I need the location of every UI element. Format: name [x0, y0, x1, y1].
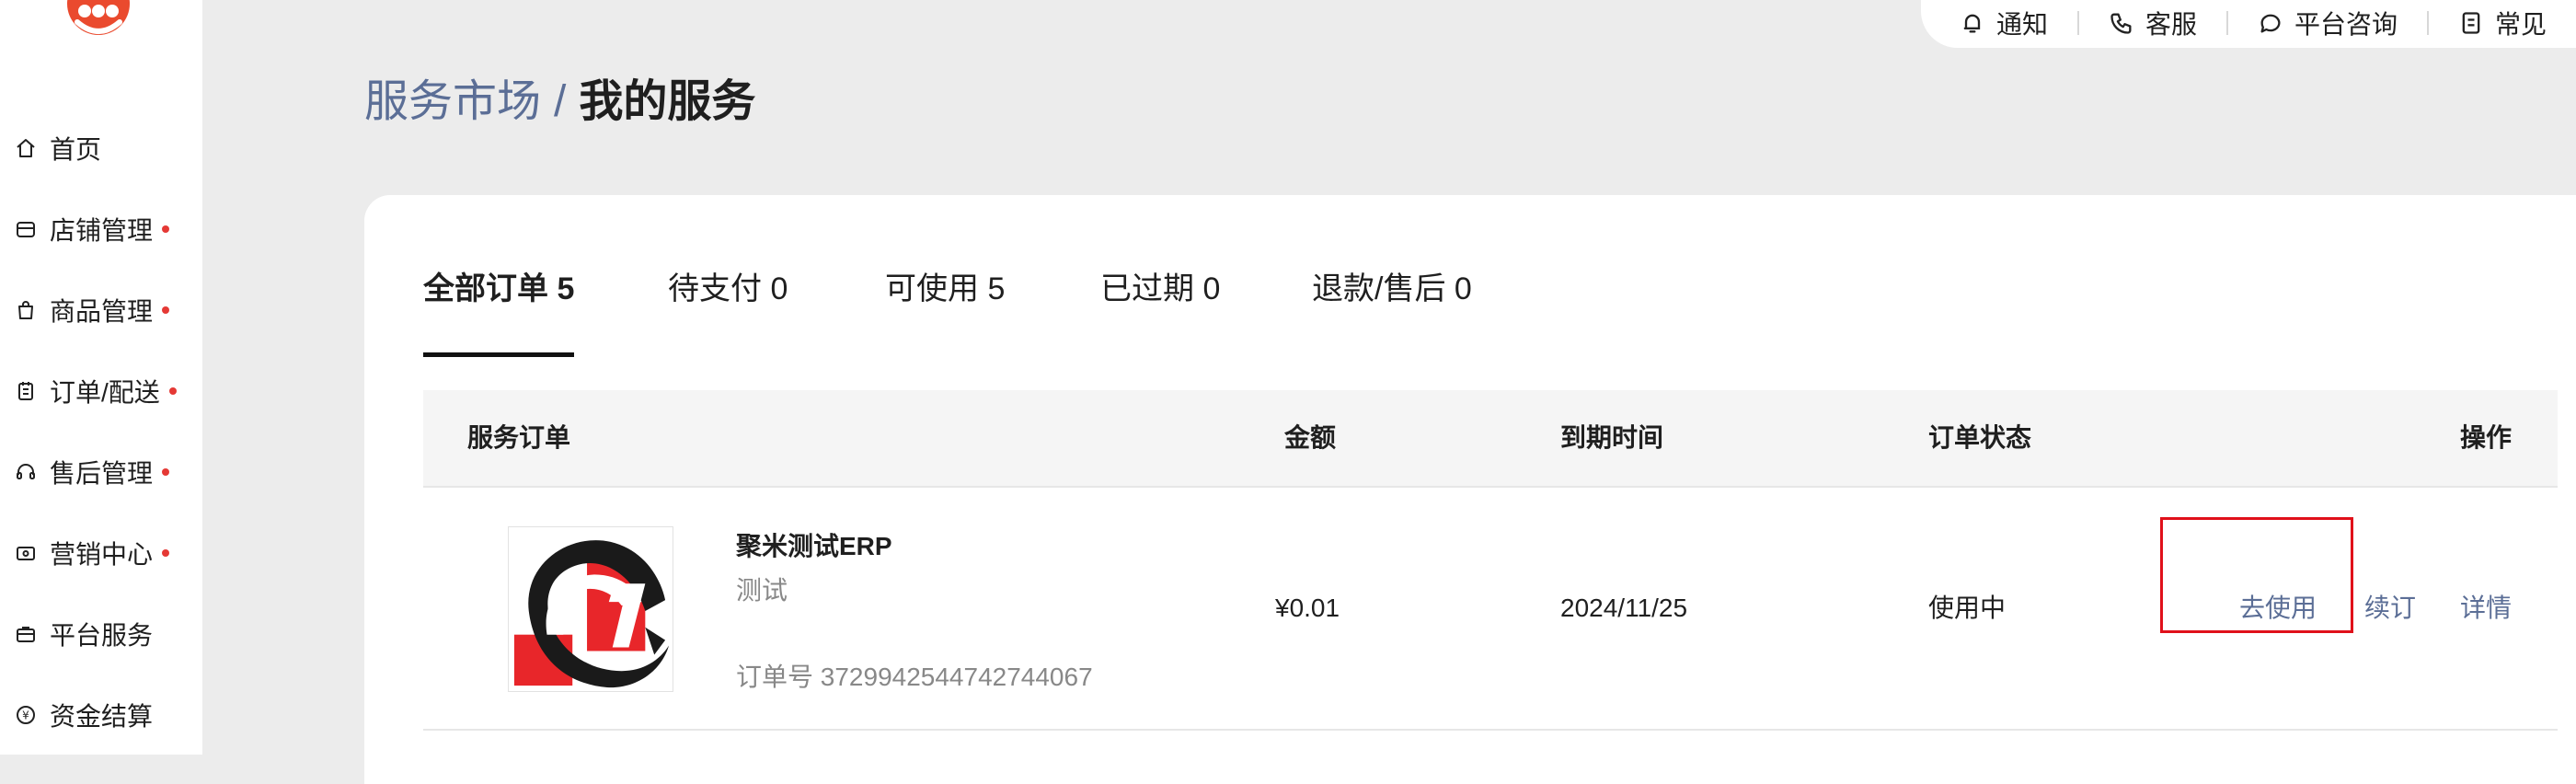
document-icon — [2462, 12, 2480, 34]
sidebar-nav: 首页 店铺管理 商品管理 订单/配送 售后管理 营销中心 平台服务 ¥ 资金结算 — [15, 108, 199, 755]
product-thumbnail[interactable] — [508, 526, 673, 692]
sidebar-item-aftersales[interactable]: 售后管理 — [15, 432, 199, 513]
store-icon — [17, 222, 35, 237]
home-icon — [17, 139, 35, 157]
notification-dot — [162, 549, 170, 557]
sidebar-item-marketing[interactable]: 营销中心 — [15, 513, 199, 594]
notification-dot — [162, 225, 170, 233]
sidebar-item-store[interactable]: 店铺管理 — [15, 189, 199, 270]
platform-consult-link[interactable]: 平台咨询 — [2258, 0, 2398, 41]
orders-card: 全部订单 5 待支付 0 可使用 5 已过期 0 退款/售后 0 服务订单 金额… — [364, 195, 2576, 784]
sidebar-item-label: 资金结算 — [50, 702, 154, 731]
sidebar-item-orders[interactable]: 订单/配送 — [15, 351, 199, 432]
brand-logo[interactable] — [64, 0, 132, 39]
column-header-status: 订单状态 — [1928, 423, 2032, 452]
top-item-label: 平台咨询 — [2294, 10, 2398, 39]
notifications-link[interactable]: 通知 — [1960, 0, 2048, 41]
table-header: 服务订单 金额 到期时间 订单状态 操作 — [423, 390, 2558, 488]
notification-dot — [162, 306, 170, 314]
sidebar-item-label: 商品管理 — [50, 297, 154, 326]
notification-dot — [162, 468, 170, 476]
sidebar-item-label: 营销中心 — [50, 540, 154, 569]
faq-link[interactable]: 常见 — [2458, 0, 2547, 41]
page-title: 我的服务 — [579, 77, 756, 126]
sidebar-item-label: 店铺管理 — [50, 216, 154, 245]
sidebar-item-label: 售后管理 — [50, 459, 154, 488]
notification-dot — [168, 387, 177, 395]
breadcrumb-separator: / — [554, 77, 567, 126]
svg-text:¥: ¥ — [22, 709, 29, 722]
expiry-date: 2024/11/25 — [1560, 594, 1688, 622]
sidebar-item-label: 平台服务 — [50, 621, 154, 650]
tab-all-orders[interactable]: 全部订单 5 — [423, 254, 575, 357]
column-header-actions: 操作 — [2460, 423, 2513, 452]
briefcase-icon — [17, 627, 35, 642]
bag-icon — [18, 301, 33, 319]
sidebar: 首页 店铺管理 商品管理 订单/配送 售后管理 营销中心 平台服务 ¥ 资金结算 — [0, 0, 202, 755]
column-header-service-order: 服务订单 — [467, 423, 571, 452]
clipboard-icon — [18, 382, 33, 400]
divider — [2077, 11, 2080, 35]
order-number: 订单号 3729942544742744067 — [736, 663, 1093, 691]
sidebar-item-label: 订单/配送 — [50, 378, 160, 407]
tab-expired[interactable]: 已过期 0 — [1100, 254, 1220, 357]
customer-service-link[interactable]: 客服 — [2109, 0, 2197, 41]
phone-icon — [2110, 13, 2132, 34]
column-header-expiry: 到期时间 — [1560, 423, 1664, 452]
divider — [2226, 11, 2229, 35]
ticket-icon — [17, 547, 35, 560]
column-header-amount: 金额 — [1284, 423, 1337, 452]
service-subtitle: 测试 — [736, 576, 788, 605]
breadcrumb: 服务市场 / 我的服务 — [364, 74, 755, 131]
renew-button[interactable]: 续订 — [2364, 488, 2416, 729]
breadcrumb-parent-link[interactable]: 服务市场 — [364, 77, 541, 126]
details-button[interactable]: 详情 — [2460, 488, 2512, 729]
service-name[interactable]: 聚米测试ERP — [736, 526, 892, 563]
chat-icon — [2260, 14, 2281, 33]
top-item-label: 客服 — [2145, 10, 2198, 39]
sidebar-item-platform-services[interactable]: 平台服务 — [15, 594, 199, 674]
sidebar-item-label: 首页 — [50, 135, 102, 164]
headset-icon — [17, 464, 35, 479]
tab-available[interactable]: 可使用 5 — [885, 254, 1005, 357]
yen-coin-icon: ¥ — [17, 706, 35, 724]
sidebar-item-products[interactable]: 商品管理 — [15, 270, 199, 351]
top-item-label: 常见 — [2495, 10, 2547, 39]
order-amount: ¥0.01 — [1275, 594, 1340, 622]
sidebar-item-settlement[interactable]: ¥ 资金结算 — [15, 674, 199, 755]
table-row: 聚米测试ERP 测试 订单号 3729942544742744067 ¥0.01… — [423, 488, 2558, 731]
status-text: 使用中 — [1928, 594, 2007, 622]
tab-refund-aftersales[interactable]: 退款/售后 0 — [1312, 254, 1472, 357]
tab-pending-payment[interactable]: 待支付 0 — [668, 254, 788, 357]
top-item-label: 通知 — [1996, 10, 2049, 39]
top-toolbar: 通知 客服 平台咨询 常见 — [1921, 0, 2576, 48]
divider — [2427, 11, 2430, 35]
use-service-button[interactable]: 去使用 — [2239, 488, 2317, 729]
bell-icon — [1963, 14, 1981, 33]
sidebar-item-home[interactable]: 首页 — [15, 108, 199, 189]
